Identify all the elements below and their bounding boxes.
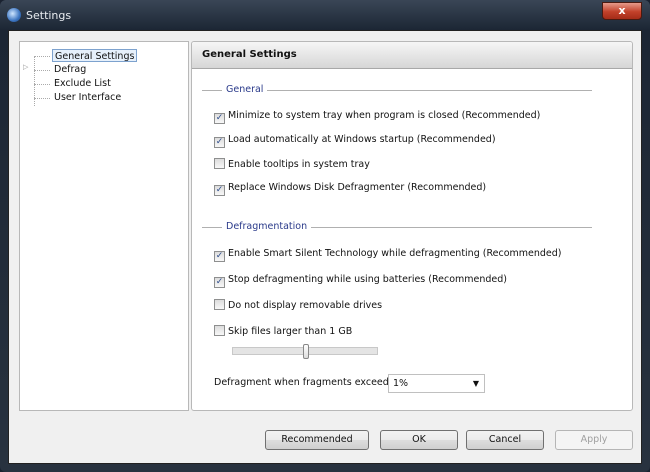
settings-panel: General Settings General ✓ Minimize to sy… (191, 41, 633, 411)
group-title: General (222, 84, 268, 96)
app-icon (7, 8, 21, 22)
cancel-button[interactable]: Cancel (466, 430, 544, 450)
checkbox-label: Do not display removable drives (228, 300, 383, 311)
checkbox-icon[interactable]: ✓ (214, 137, 225, 148)
file-size-slider[interactable] (232, 344, 378, 359)
dropdown-value: 1% (393, 378, 409, 389)
recommended-button[interactable]: Recommended (265, 430, 369, 450)
checkbox-label: Skip files larger than 1 GB (228, 326, 353, 337)
checkbox-icon[interactable]: ✓ (214, 251, 225, 262)
settings-window: Settings x General Settings ▷ Defrag Exc… (0, 0, 650, 472)
checkbox-icon[interactable] (214, 325, 225, 336)
window-title: Settings (26, 9, 72, 22)
checkbox-skip-large-files[interactable]: Skip files larger than 1 GB (214, 325, 352, 338)
chevron-down-icon[interactable]: ▼ (473, 375, 479, 392)
tree-item-defrag[interactable]: Defrag (52, 63, 88, 76)
fragments-dropdown[interactable]: 1% ▼ (388, 374, 485, 393)
checkbox-replace-defragmenter[interactable]: ✓ Replace Windows Disk Defragmenter (Reco… (214, 181, 487, 196)
close-button[interactable]: x (602, 2, 642, 20)
fragments-label: Defragment when fragments exceed: (214, 377, 392, 388)
group-defragmentation: Defragmentation (202, 221, 592, 233)
checkbox-label: Minimize to system tray when program is … (228, 110, 541, 121)
checkbox-smart-silent[interactable]: ✓ Enable Smart Silent Technology while de… (214, 247, 562, 262)
client-area: General Settings ▷ Defrag Exclude List U… (8, 30, 642, 464)
apply-button[interactable]: Apply (555, 430, 633, 450)
checkbox-label: Enable Smart Silent Technology while def… (228, 248, 562, 259)
checkbox-load-at-startup[interactable]: ✓ Load automatically at Windows startup (… (214, 133, 496, 148)
expand-arrow-icon[interactable]: ▷ (23, 63, 28, 71)
tree-item-general-settings[interactable]: General Settings (52, 49, 138, 62)
tree-item-user-interface[interactable]: User Interface (52, 91, 123, 104)
checkbox-minimize-to-tray[interactable]: ✓ Minimize to system tray when program is… (214, 109, 541, 124)
checkbox-icon[interactable]: ✓ (214, 113, 225, 124)
panel-title: General Settings (192, 42, 632, 69)
checkbox-icon[interactable] (214, 299, 225, 310)
ok-button[interactable]: OK (380, 430, 458, 450)
tree-item-exclude-list[interactable]: Exclude List (52, 77, 113, 90)
checkbox-enable-tooltips[interactable]: Enable tooltips in system tray (214, 158, 370, 171)
checkbox-label: Load automatically at Windows startup (R… (228, 134, 496, 145)
checkbox-stop-on-batteries[interactable]: ✓ Stop defragmenting while using batterie… (214, 273, 508, 288)
settings-tree: General Settings ▷ Defrag Exclude List U… (19, 41, 189, 411)
slider-thumb[interactable] (303, 344, 309, 359)
group-title: Defragmentation (222, 221, 312, 233)
checkbox-label: Enable tooltips in system tray (228, 159, 370, 170)
checkbox-hide-removable[interactable]: Do not display removable drives (214, 299, 382, 312)
checkbox-label: Replace Windows Disk Defragmenter (Recom… (228, 182, 487, 193)
group-general: General (202, 84, 592, 96)
checkbox-icon[interactable]: ✓ (214, 185, 225, 196)
checkbox-icon[interactable] (214, 158, 225, 169)
checkbox-label: Stop defragmenting while using batteries… (228, 274, 508, 285)
checkbox-icon[interactable]: ✓ (214, 277, 225, 288)
